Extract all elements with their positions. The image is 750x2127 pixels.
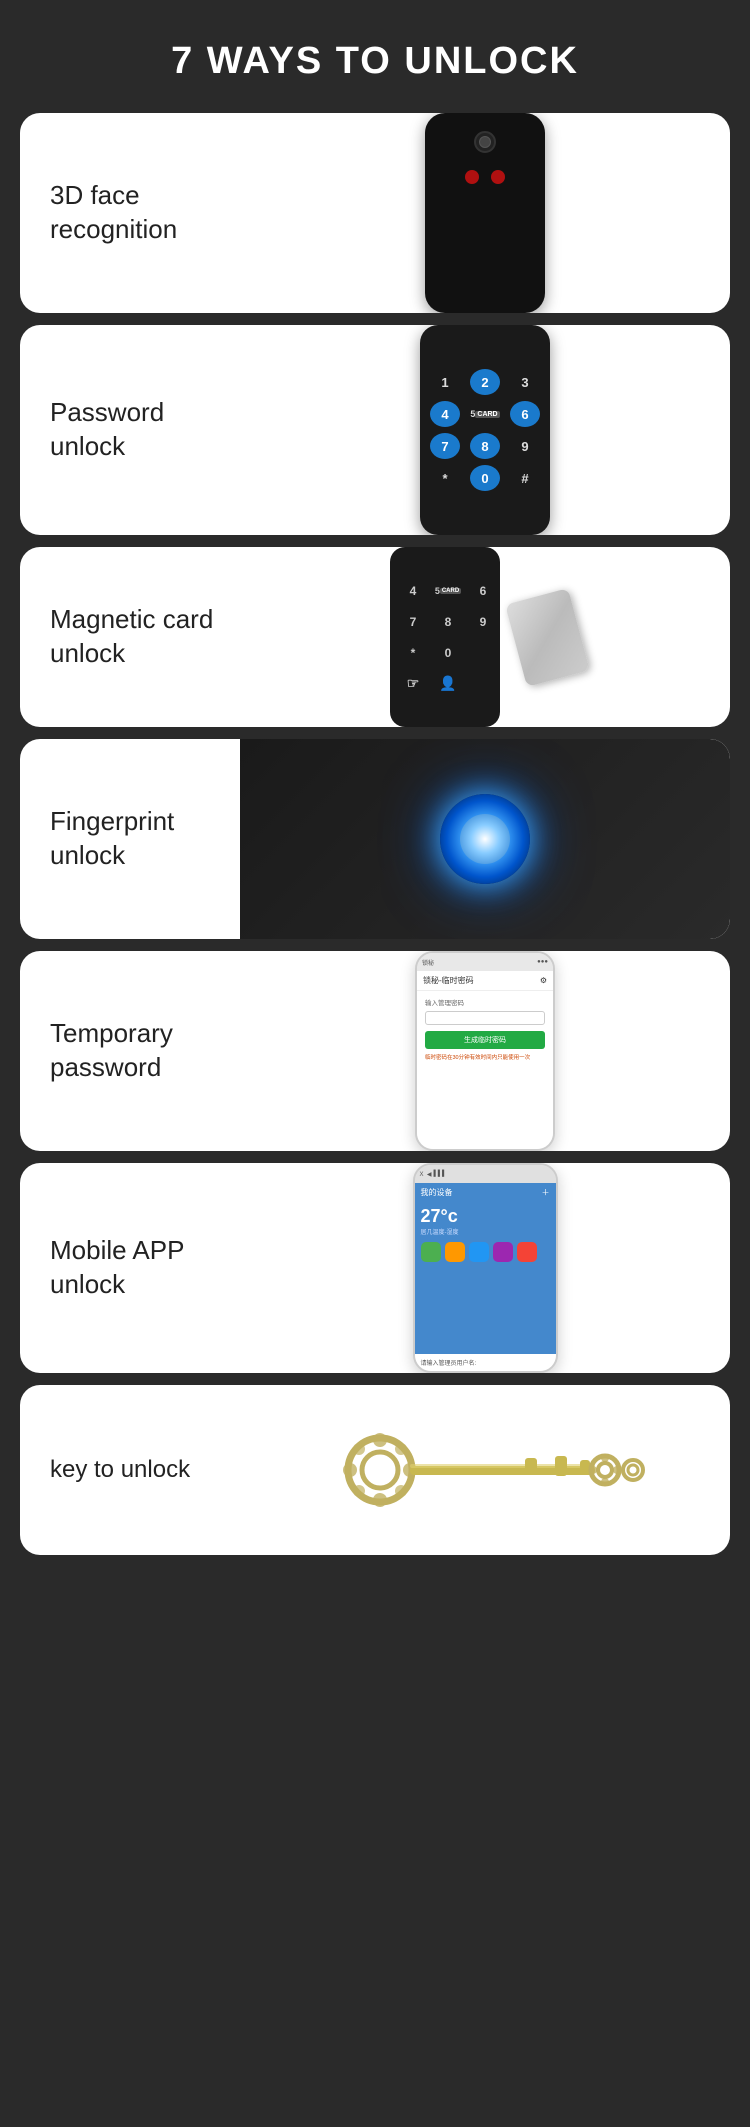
keypad-grid: 1 2 3 4 5CARD 6 7 8 9 * 0 # xyxy=(428,369,542,491)
app2-temperature: 27°c xyxy=(421,1206,550,1227)
magnetic-area: 4 5CARD 6 7 8 9 * 0 ☞ 👤 xyxy=(240,547,730,727)
m-key-6: 6 xyxy=(468,578,498,604)
app-generate-btn[interactable]: 生成临时密码 xyxy=(425,1031,545,1049)
app2-subtitle-text: 居几温度-湿度 xyxy=(421,1227,550,1236)
app2-plus-icon: ＋ xyxy=(542,1187,550,1198)
key-7: 7 xyxy=(430,433,460,459)
app2-statusbar: X ◀ ▐▐▐ xyxy=(415,1165,556,1183)
magnetic-keypad-grid: 4 5CARD 6 7 8 9 * 0 ☞ 👤 xyxy=(398,578,492,697)
key-8: 8 xyxy=(470,433,500,459)
app-note-text: 临时密码在30分钟有效时间内只能使用一次 xyxy=(425,1055,545,1063)
fingerprint-inner xyxy=(460,814,510,864)
m-key-5: 5CARD xyxy=(433,578,463,604)
card-temp-visual: 锁秘 ●●● 锁秘-临时密码 ⚙ 输入管理密码 生成临时密码 临时密码在30分钟… xyxy=(240,951,730,1151)
card-password-visual: 1 2 3 4 5CARD 6 7 8 9 * 0 # xyxy=(240,325,730,535)
card-magnetic-label: Magnetic cardunlock xyxy=(20,583,240,691)
app2-icon-4 xyxy=(493,1242,513,1262)
key-hash: # xyxy=(510,465,540,491)
app-settings-icon: ⚙ xyxy=(540,976,547,985)
app2-main-content: 27°c 居几温度-湿度 xyxy=(415,1202,556,1354)
card-fingerprint: Fingerprintunlock xyxy=(20,739,730,939)
app-status-right: ●●● xyxy=(537,959,548,965)
app-title-text: 锁秘-临时密码 xyxy=(423,975,474,986)
m-key-9: 9 xyxy=(468,609,498,635)
app2-titlebar: 我的设备 ＋ xyxy=(415,1183,556,1202)
face-dot-left xyxy=(465,170,479,184)
app2-icon-3 xyxy=(469,1242,489,1262)
app2-icons-row xyxy=(421,1242,550,1262)
m-key-4: 4 xyxy=(398,578,428,604)
app2-icon-1 xyxy=(421,1242,441,1262)
page-title: 7 WAYS TO UNLOCK xyxy=(171,40,579,83)
fingerprint-glow xyxy=(440,794,530,884)
key-5-card: 5CARD xyxy=(470,401,500,427)
key-svg xyxy=(325,1420,645,1520)
app-content: 输入管理密码 生成临时密码 临时密码在30分钟有效时间内只能使用一次 xyxy=(417,991,553,1149)
magnetic-card-visual xyxy=(505,588,590,687)
key-6: 6 xyxy=(510,401,540,427)
app2-bottom-input: 请输入管理员用户名: xyxy=(415,1354,556,1371)
face-dots xyxy=(465,170,505,184)
m-icon-finger: ☞ xyxy=(398,671,428,697)
card-mobile-label: Mobile APPunlock xyxy=(20,1214,240,1322)
card-face-visual xyxy=(240,113,730,313)
app-input-label: 输入管理密码 xyxy=(425,997,545,1007)
key-4: 4 xyxy=(430,401,460,427)
card-temp-password: Temporarypassword 锁秘 ●●● 锁秘-临时密码 ⚙ 输入管理密… xyxy=(20,951,730,1151)
mobile-app-phone: X ◀ ▐▐▐ 我的设备 ＋ 27°c 居几温度-湿度 请输入管理员用户名: xyxy=(413,1163,558,1373)
app2-status-signal: ▐▐▐ xyxy=(431,1171,444,1177)
m-key-star: * xyxy=(398,640,428,666)
card-fingerprint-visual xyxy=(240,739,730,939)
card-magnetic: Magnetic cardunlock 4 5CARD 6 7 8 9 * 0 … xyxy=(20,547,730,727)
face-dot-right xyxy=(491,170,505,184)
app-statusbar: 锁秘 ●●● xyxy=(417,953,553,971)
m-key-0: 0 xyxy=(433,640,463,666)
card-face-label: 3D facerecognition xyxy=(20,159,240,267)
card-face-recognition: 3D facerecognition xyxy=(20,113,730,313)
card-key-unlock: key to unlock xyxy=(20,1385,730,1555)
m-icon-face: 👤 xyxy=(433,671,463,697)
m-key-hash xyxy=(468,640,498,666)
card-key-label: key to unlock xyxy=(20,1434,240,1505)
card-mobile-app: Mobile APPunlock X ◀ ▐▐▐ 我的设备 ＋ 27°c 居几温… xyxy=(20,1163,730,1373)
keypad-phone: 1 2 3 4 5CARD 6 7 8 9 * 0 # xyxy=(420,325,550,535)
app-titlebar: 锁秘-临时密码 ⚙ xyxy=(417,971,553,991)
key-3: 3 xyxy=(510,369,540,395)
card-password-unlock: Passwordunlock 1 2 3 4 5CARD 6 7 8 9 * 0… xyxy=(20,325,730,535)
key-9: 9 xyxy=(510,433,540,459)
phone-camera-icon xyxy=(474,131,496,153)
magnetic-keypad: 4 5CARD 6 7 8 9 * 0 ☞ 👤 xyxy=(390,547,500,727)
card-mobile-visual: X ◀ ▐▐▐ 我的设备 ＋ 27°c 居几温度-湿度 请输入管理员用户名: xyxy=(240,1163,730,1373)
card-key-visual xyxy=(240,1385,730,1555)
app2-icon-5 xyxy=(517,1242,537,1262)
key-svg-container xyxy=(240,1420,730,1520)
m-key-empty xyxy=(468,671,498,697)
app-input-box xyxy=(425,1011,545,1025)
app2-icon-2 xyxy=(445,1242,465,1262)
key-0: 0 xyxy=(470,465,500,491)
app2-status-text: X ◀ xyxy=(420,1171,432,1178)
m-key-7: 7 xyxy=(398,609,428,635)
app2-title-label: 我的设备 xyxy=(421,1187,453,1198)
key-1: 1 xyxy=(430,369,460,395)
card-password-label: Passwordunlock xyxy=(20,376,240,484)
card-magnetic-visual: 4 5CARD 6 7 8 9 * 0 ☞ 👤 xyxy=(240,547,730,727)
app-status-left: 锁秘 xyxy=(422,958,434,967)
m-key-8: 8 xyxy=(433,609,463,635)
key-2: 2 xyxy=(470,369,500,395)
card-temp-label: Temporarypassword xyxy=(20,997,240,1105)
key-star: * xyxy=(430,465,460,491)
card-fingerprint-label: Fingerprintunlock xyxy=(20,785,240,893)
temp-app-phone: 锁秘 ●●● 锁秘-临时密码 ⚙ 输入管理密码 生成临时密码 临时密码在30分钟… xyxy=(415,951,555,1151)
face-phone xyxy=(425,113,545,313)
